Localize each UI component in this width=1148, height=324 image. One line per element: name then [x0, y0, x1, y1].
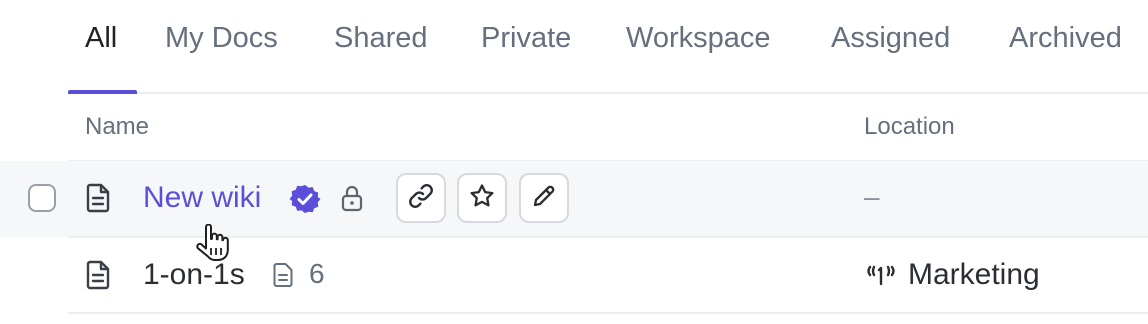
hand-pointer-cursor-icon	[196, 223, 230, 267]
favorite-button[interactable]	[457, 173, 507, 223]
row-checkbox[interactable]	[28, 184, 56, 212]
document-icon	[86, 260, 112, 295]
tab-assigned[interactable]: Assigned	[831, 22, 950, 55]
pencil-icon	[530, 182, 558, 215]
location-label[interactable]: Marketing	[908, 258, 1040, 292]
subpage-document-icon	[273, 262, 295, 293]
row-divider	[68, 312, 1148, 314]
location-empty: –	[864, 181, 880, 212]
tab-all[interactable]: All	[85, 22, 117, 55]
tab-archived[interactable]: Archived	[1009, 22, 1122, 55]
document-icon	[86, 183, 112, 218]
copy-link-button[interactable]	[396, 173, 446, 223]
star-icon	[468, 182, 496, 215]
tab-my-docs[interactable]: My Docs	[165, 22, 278, 55]
lock-icon	[340, 185, 364, 218]
rename-button[interactable]	[519, 173, 569, 223]
link-icon	[407, 182, 435, 215]
table-row[interactable]: New wiki –	[0, 161, 1148, 237]
tab-workspace[interactable]: Workspace	[626, 22, 771, 55]
doc-name-link[interactable]: New wiki	[143, 181, 261, 215]
subpage-count: 6	[309, 258, 325, 289]
column-header-location[interactable]: Location	[864, 113, 955, 141]
table-header: Name Location	[68, 94, 1148, 162]
tab-shared[interactable]: Shared	[334, 22, 428, 55]
doc-tabs: All My Docs Shared Private Workspace Ass…	[68, 0, 1148, 94]
space-icon	[866, 264, 896, 291]
tab-private[interactable]: Private	[481, 22, 571, 55]
column-header-name[interactable]: Name	[85, 113, 149, 141]
table-row[interactable]: 1-on-1s 6 Marketing	[0, 238, 1148, 314]
verified-badge-icon	[289, 183, 321, 220]
